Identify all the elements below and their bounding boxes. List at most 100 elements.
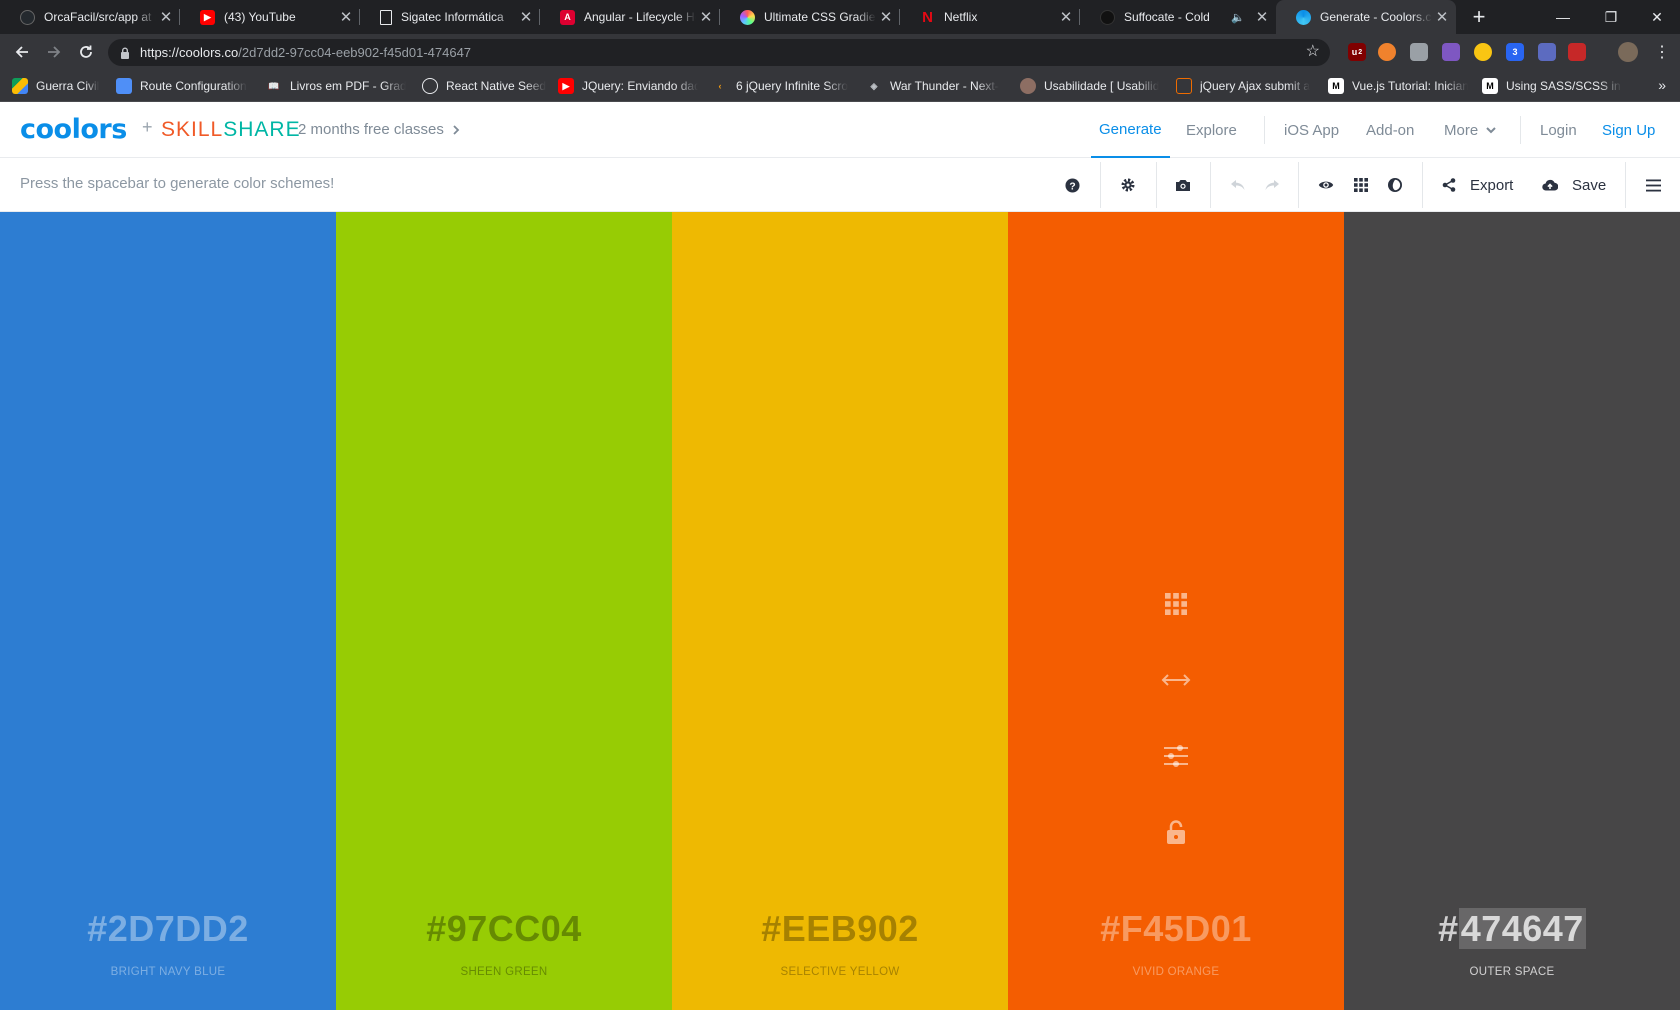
hex-code[interactable]: #F45D01: [1008, 908, 1344, 950]
adjust-palette-button[interactable]: [1386, 171, 1404, 199]
coolors-logo[interactable]: coolors: [20, 114, 127, 145]
browser-tab[interactable]: A Angular - Lifecycle Ho ✕: [540, 0, 720, 34]
eye-icon: [1318, 181, 1334, 189]
forward-button[interactable]: [42, 40, 66, 64]
promo-link[interactable]: 2 months free classes: [298, 121, 460, 138]
menu-dots-icon[interactable]: ⋮: [1650, 40, 1674, 64]
browser-tab[interactable]: N Netflix ✕: [900, 0, 1080, 34]
nav-generate[interactable]: Generate: [1091, 102, 1170, 158]
close-icon[interactable]: ✕: [336, 8, 356, 26]
drag-arrows-icon[interactable]: [1161, 668, 1191, 692]
hex-code[interactable]: #474647: [1344, 908, 1680, 950]
hex-code[interactable]: #97CC04: [336, 908, 672, 950]
close-icon[interactable]: ✕: [696, 8, 716, 26]
browser-tab-active[interactable]: Generate - Coolors.co ✕: [1276, 0, 1456, 34]
view-button[interactable]: [1317, 171, 1335, 199]
browser-tab[interactable]: ▶ (43) YouTube ✕: [180, 0, 360, 34]
minimize-button[interactable]: —: [1540, 0, 1586, 34]
camera-button[interactable]: [1174, 171, 1192, 199]
bookmark-item[interactable]: React Native Seed: [422, 70, 554, 102]
bookmark-item[interactable]: ◈ War Thunder - Next-: [866, 70, 1006, 102]
close-icon[interactable]: ✕: [1252, 8, 1272, 26]
nav-ios-app[interactable]: iOS App: [1284, 102, 1339, 158]
orange-extension-icon[interactable]: [1378, 43, 1396, 61]
back-button[interactable]: [10, 40, 34, 64]
github-icon: [20, 9, 35, 25]
save-button[interactable]: Save: [1542, 171, 1606, 199]
bookmark-item[interactable]: Usabilidade [ Usabilid: [1020, 70, 1172, 102]
bookmark-item[interactable]: Guerra Civil: [12, 70, 110, 102]
hamburger-menu-button[interactable]: [1645, 171, 1661, 199]
sun-extension-icon[interactable]: [1474, 43, 1492, 61]
camera-extension-icon[interactable]: [1410, 43, 1428, 61]
nav-explore[interactable]: Explore: [1186, 102, 1237, 158]
avatar[interactable]: [1618, 42, 1638, 62]
shades-grid-icon[interactable]: [1165, 592, 1187, 616]
bookmark-item[interactable]: ▶ JQuery: Enviando dad: [558, 70, 698, 102]
nav-sign-up[interactable]: Sign Up: [1602, 102, 1655, 158]
color-column-2[interactable]: #97CC04 SHEEN GREEN: [336, 212, 672, 1010]
tab-title: Generate - Coolors.co: [1320, 10, 1432, 24]
css-extension-icon[interactable]: 3: [1506, 43, 1524, 61]
gradient-icon: [740, 9, 755, 25]
nav-more[interactable]: More: [1444, 102, 1496, 158]
bookmark-star-icon[interactable]: ☆: [1306, 44, 1320, 60]
bookmark-item[interactable]: M Using SASS/SCSS in V: [1482, 70, 1622, 102]
browser-tab[interactable]: Sigatec Informática ✕: [360, 0, 540, 34]
color-column-4[interactable]: #F45D01 VIVID ORANGE: [1008, 212, 1344, 1010]
close-icon[interactable]: ✕: [516, 8, 536, 26]
restore-button[interactable]: ❐: [1588, 0, 1634, 34]
page-icon: [116, 78, 132, 94]
tab-title: Angular - Lifecycle Ho: [584, 10, 696, 24]
bookmark-item[interactable]: jQuery Ajax submit a: [1176, 70, 1310, 102]
youtube-icon: ▶: [558, 78, 574, 94]
bookmark-item[interactable]: M Vue.js Tutorial: Inician: [1328, 70, 1468, 102]
color-column-1[interactable]: #2D7DD2 BRIGHT NAVY BLUE: [0, 212, 336, 1010]
close-icon[interactable]: ✕: [1432, 8, 1452, 26]
site-header: coolors + SKILLSHARE 2 months free class…: [0, 102, 1680, 158]
browser-tab[interactable]: OrcaFacil/src/app at m ✕: [0, 0, 180, 34]
close-window-button[interactable]: ✕: [1634, 0, 1680, 34]
color-column-3[interactable]: #EEB902 SELECTIVE YELLOW: [672, 212, 1008, 1010]
browser-tab[interactable]: Suffocate - Cold 🔈 ✕: [1080, 0, 1276, 34]
adjust-sliders-icon[interactable]: [1163, 744, 1189, 768]
speaker-icon[interactable]: 🔈: [1228, 11, 1248, 24]
close-icon[interactable]: ✕: [156, 8, 176, 26]
selected-hex-text[interactable]: 474647: [1458, 908, 1586, 949]
shades-button[interactable]: [1352, 171, 1370, 199]
undo-icon: [1231, 180, 1245, 190]
help-button[interactable]: ?: [1064, 171, 1080, 199]
bookmark-item[interactable]: ‹ 6 jQuery Infinite Scro: [712, 70, 852, 102]
nav-login[interactable]: Login: [1540, 102, 1577, 158]
dropper-extension-icon[interactable]: [1538, 43, 1556, 61]
settings-button[interactable]: [1119, 171, 1137, 199]
color-column-5[interactable]: #474647 OUTER SPACE: [1344, 212, 1680, 1010]
ublock-extension-icon[interactable]: u2: [1348, 43, 1366, 61]
bookmarks-overflow-icon[interactable]: »: [1658, 77, 1666, 93]
browser-tab[interactable]: Ultimate CSS Gradient ✕: [720, 0, 900, 34]
bookmark-item[interactable]: Route Configuration: [116, 70, 250, 102]
stack-icon: [1176, 78, 1192, 94]
address-bar[interactable]: https://coolors.co/2d7dd2-97cc04-eeb902-…: [108, 39, 1330, 66]
close-icon[interactable]: ✕: [1056, 8, 1076, 26]
hex-code[interactable]: #2D7DD2: [0, 908, 336, 950]
skillshare-logo[interactable]: SKILLSHARE: [161, 118, 301, 142]
nav-add-on[interactable]: Add-on: [1366, 102, 1414, 158]
bookmark-item[interactable]: 📖 Livros em PDF - Grad: [266, 70, 406, 102]
lock-icon[interactable]: [1166, 820, 1186, 844]
stack-extension-icon[interactable]: [1442, 43, 1460, 61]
hex-code[interactable]: #EEB902: [672, 908, 1008, 950]
code-extension-icon[interactable]: [1568, 43, 1586, 61]
new-tab-button[interactable]: +: [1466, 4, 1492, 30]
close-icon[interactable]: ✕: [876, 8, 896, 26]
generator-toolbar: Press the spacebar to generate color sch…: [0, 158, 1680, 212]
contrast-icon: [1388, 178, 1402, 192]
redo-button[interactable]: [1263, 171, 1281, 199]
chevron-down-icon: [1486, 127, 1496, 134]
color-palette: #2D7DD2 BRIGHT NAVY BLUE #97CC04 SHEEN G…: [0, 212, 1680, 1010]
export-button[interactable]: Export: [1442, 171, 1513, 199]
reload-button[interactable]: [74, 40, 98, 64]
tab-title: Sigatec Informática: [401, 10, 504, 24]
undo-button[interactable]: [1229, 171, 1247, 199]
redo-icon: [1265, 180, 1279, 190]
